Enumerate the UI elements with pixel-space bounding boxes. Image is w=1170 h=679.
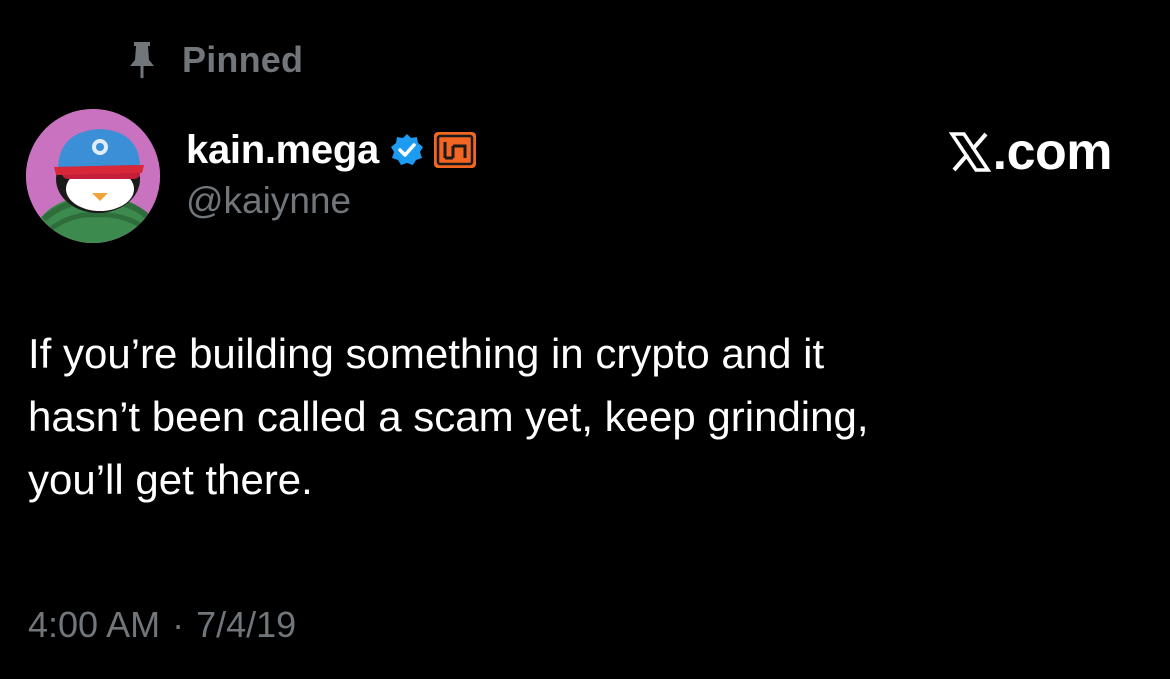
tweet-line: If you’re building something in crypto a…	[28, 330, 825, 377]
verified-badge-icon	[390, 134, 423, 165]
pinned-label: Pinned	[182, 39, 304, 80]
x-brand: .com	[948, 122, 1113, 182]
tweet-line: hasn’t been called a scam yet, keep grin…	[28, 393, 869, 440]
author-handle[interactable]: @kaiynne	[186, 180, 351, 222]
timestamp-separator: ·	[172, 604, 185, 645]
x-logo-icon	[948, 132, 991, 172]
affiliate-badge-icon[interactable]	[433, 131, 477, 169]
tweet-body: If you’re building something in crypto a…	[28, 322, 1128, 511]
pinned-indicator: Pinned	[128, 38, 303, 82]
tweet-line: you’ll get there.	[28, 456, 313, 503]
penguin-avatar-image	[26, 109, 160, 243]
author-name-row[interactable]: kain.mega	[186, 124, 477, 176]
tweet-time[interactable]: 4:00 AM	[28, 604, 160, 646]
x-brand-text: .com	[992, 123, 1113, 181]
pin-icon	[130, 42, 154, 78]
pinned-tweet[interactable]: Pinned kain.mega @kaiynne .com If you’re…	[0, 0, 1170, 679]
tweet-date[interactable]: 7/4/19	[196, 604, 296, 646]
avatar[interactable]	[26, 109, 160, 243]
tweet-timestamp[interactable]: 4:00 AM · 7/4/19	[28, 604, 296, 646]
display-name[interactable]: kain.mega	[186, 128, 379, 173]
